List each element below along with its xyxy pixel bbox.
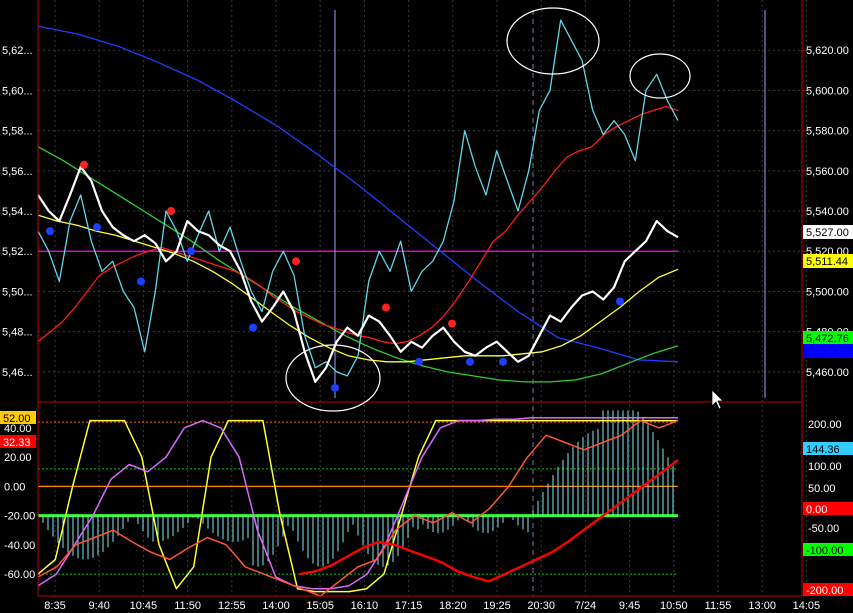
x-tick-label: 10:45	[130, 600, 158, 612]
blue-signal-dot	[466, 357, 474, 366]
left-tick-label: 5,46...	[2, 367, 33, 379]
red-signal-dot	[382, 303, 390, 312]
left-tick-label: 5,56...	[2, 166, 33, 178]
x-tick-label: 20:30	[527, 600, 555, 612]
x-tick-label: 7/24	[575, 600, 596, 612]
osc-badge-label: 0.00	[806, 504, 827, 516]
left-tick-label: 5,58...	[2, 126, 33, 138]
price-badge-label: 5,511.44	[806, 256, 848, 268]
trading-chart: 8:35 9:40 10:45 11:50 12:55 14:00 15:05 16:10 17…	[0, 0, 853, 613]
x-tick-label: 9:40	[88, 600, 109, 612]
blue-signal-dot	[415, 357, 423, 366]
x-tick-label: 10:50	[660, 600, 688, 612]
right-tick-label: 5,560.00	[806, 166, 849, 178]
x-tick-label: 17:15	[395, 600, 423, 612]
osc-right-tick-label: 50.00	[808, 483, 836, 495]
price-badge	[803, 344, 853, 358]
blue-signal-dot	[499, 357, 507, 366]
red-signal-dot	[292, 257, 300, 266]
x-tick-label: 14:00	[262, 600, 290, 612]
left-tick-label: 5,52...	[2, 246, 33, 258]
right-tick-label: 5,600.00	[806, 85, 849, 97]
left-tick-label: 5,62...	[2, 45, 33, 57]
osc-left-tick-label: -60.00	[4, 569, 35, 581]
blue-signal-dot	[93, 223, 101, 232]
blue-signal-dot	[137, 277, 145, 286]
osc-right-tick-label: 200.00	[808, 419, 842, 431]
red-signal-dot	[80, 160, 88, 169]
left-tick-label: 5,48...	[2, 327, 33, 339]
blue-signal-dot	[249, 323, 257, 332]
osc-badge-label: 52.00	[3, 413, 31, 425]
osc-left-tick-label: -40.00	[4, 540, 35, 552]
osc-badge-label: 32.33	[3, 437, 31, 449]
left-tick-label: 5,50...	[2, 286, 33, 298]
x-tick-label: 16:10	[351, 600, 379, 612]
x-tick-label: 19:25	[483, 600, 511, 612]
x-tick-label: 15:05	[306, 600, 334, 612]
osc-badge-label: 144.36	[806, 444, 840, 456]
x-tick-label: 18:20	[439, 600, 467, 612]
left-tick-label: 5,60...	[2, 85, 33, 97]
left-tick-label: 5,54...	[2, 206, 33, 218]
red-signal-dot	[167, 207, 175, 216]
x-tick-label: 11:50	[174, 600, 201, 612]
x-tick-label: 13:00	[748, 600, 776, 612]
blue-signal-dot	[331, 383, 339, 392]
x-tick-label: 9:45	[619, 600, 640, 612]
red-signal-dot	[448, 319, 456, 328]
osc-left-tick-label: 0.00	[4, 481, 25, 493]
blue-signal-dot	[187, 247, 195, 256]
osc-badge-label: -200.00	[806, 585, 843, 597]
osc-right-tick-label: 100.00	[808, 461, 842, 473]
osc-right-tick-label: -50.00	[808, 523, 839, 535]
right-tick-label: 5,620.00	[806, 45, 849, 57]
osc-left-tick-label: -20.00	[4, 511, 35, 523]
osc-left-tick-label: 20.00	[4, 452, 32, 464]
right-tick-label: 5,460.00	[806, 367, 849, 379]
right-tick-label: 5,580.00	[806, 126, 849, 138]
x-tick-label: 11:55	[705, 600, 732, 612]
x-tick-label: 14:05	[793, 600, 821, 612]
x-tick-label: 12:55	[218, 600, 246, 612]
x-tick-label: 8:35	[44, 600, 65, 612]
price-badge-label: 5,472.76	[806, 333, 849, 345]
right-tick-label: 5,540.00	[806, 206, 849, 218]
blue-signal-dot	[616, 297, 624, 306]
osc-badge-label: -100.00	[806, 545, 843, 557]
blue-signal-dot	[46, 227, 54, 236]
price-badge-label: 5,527.00	[806, 227, 849, 239]
right-tick-label: 5,500.00	[806, 286, 849, 298]
